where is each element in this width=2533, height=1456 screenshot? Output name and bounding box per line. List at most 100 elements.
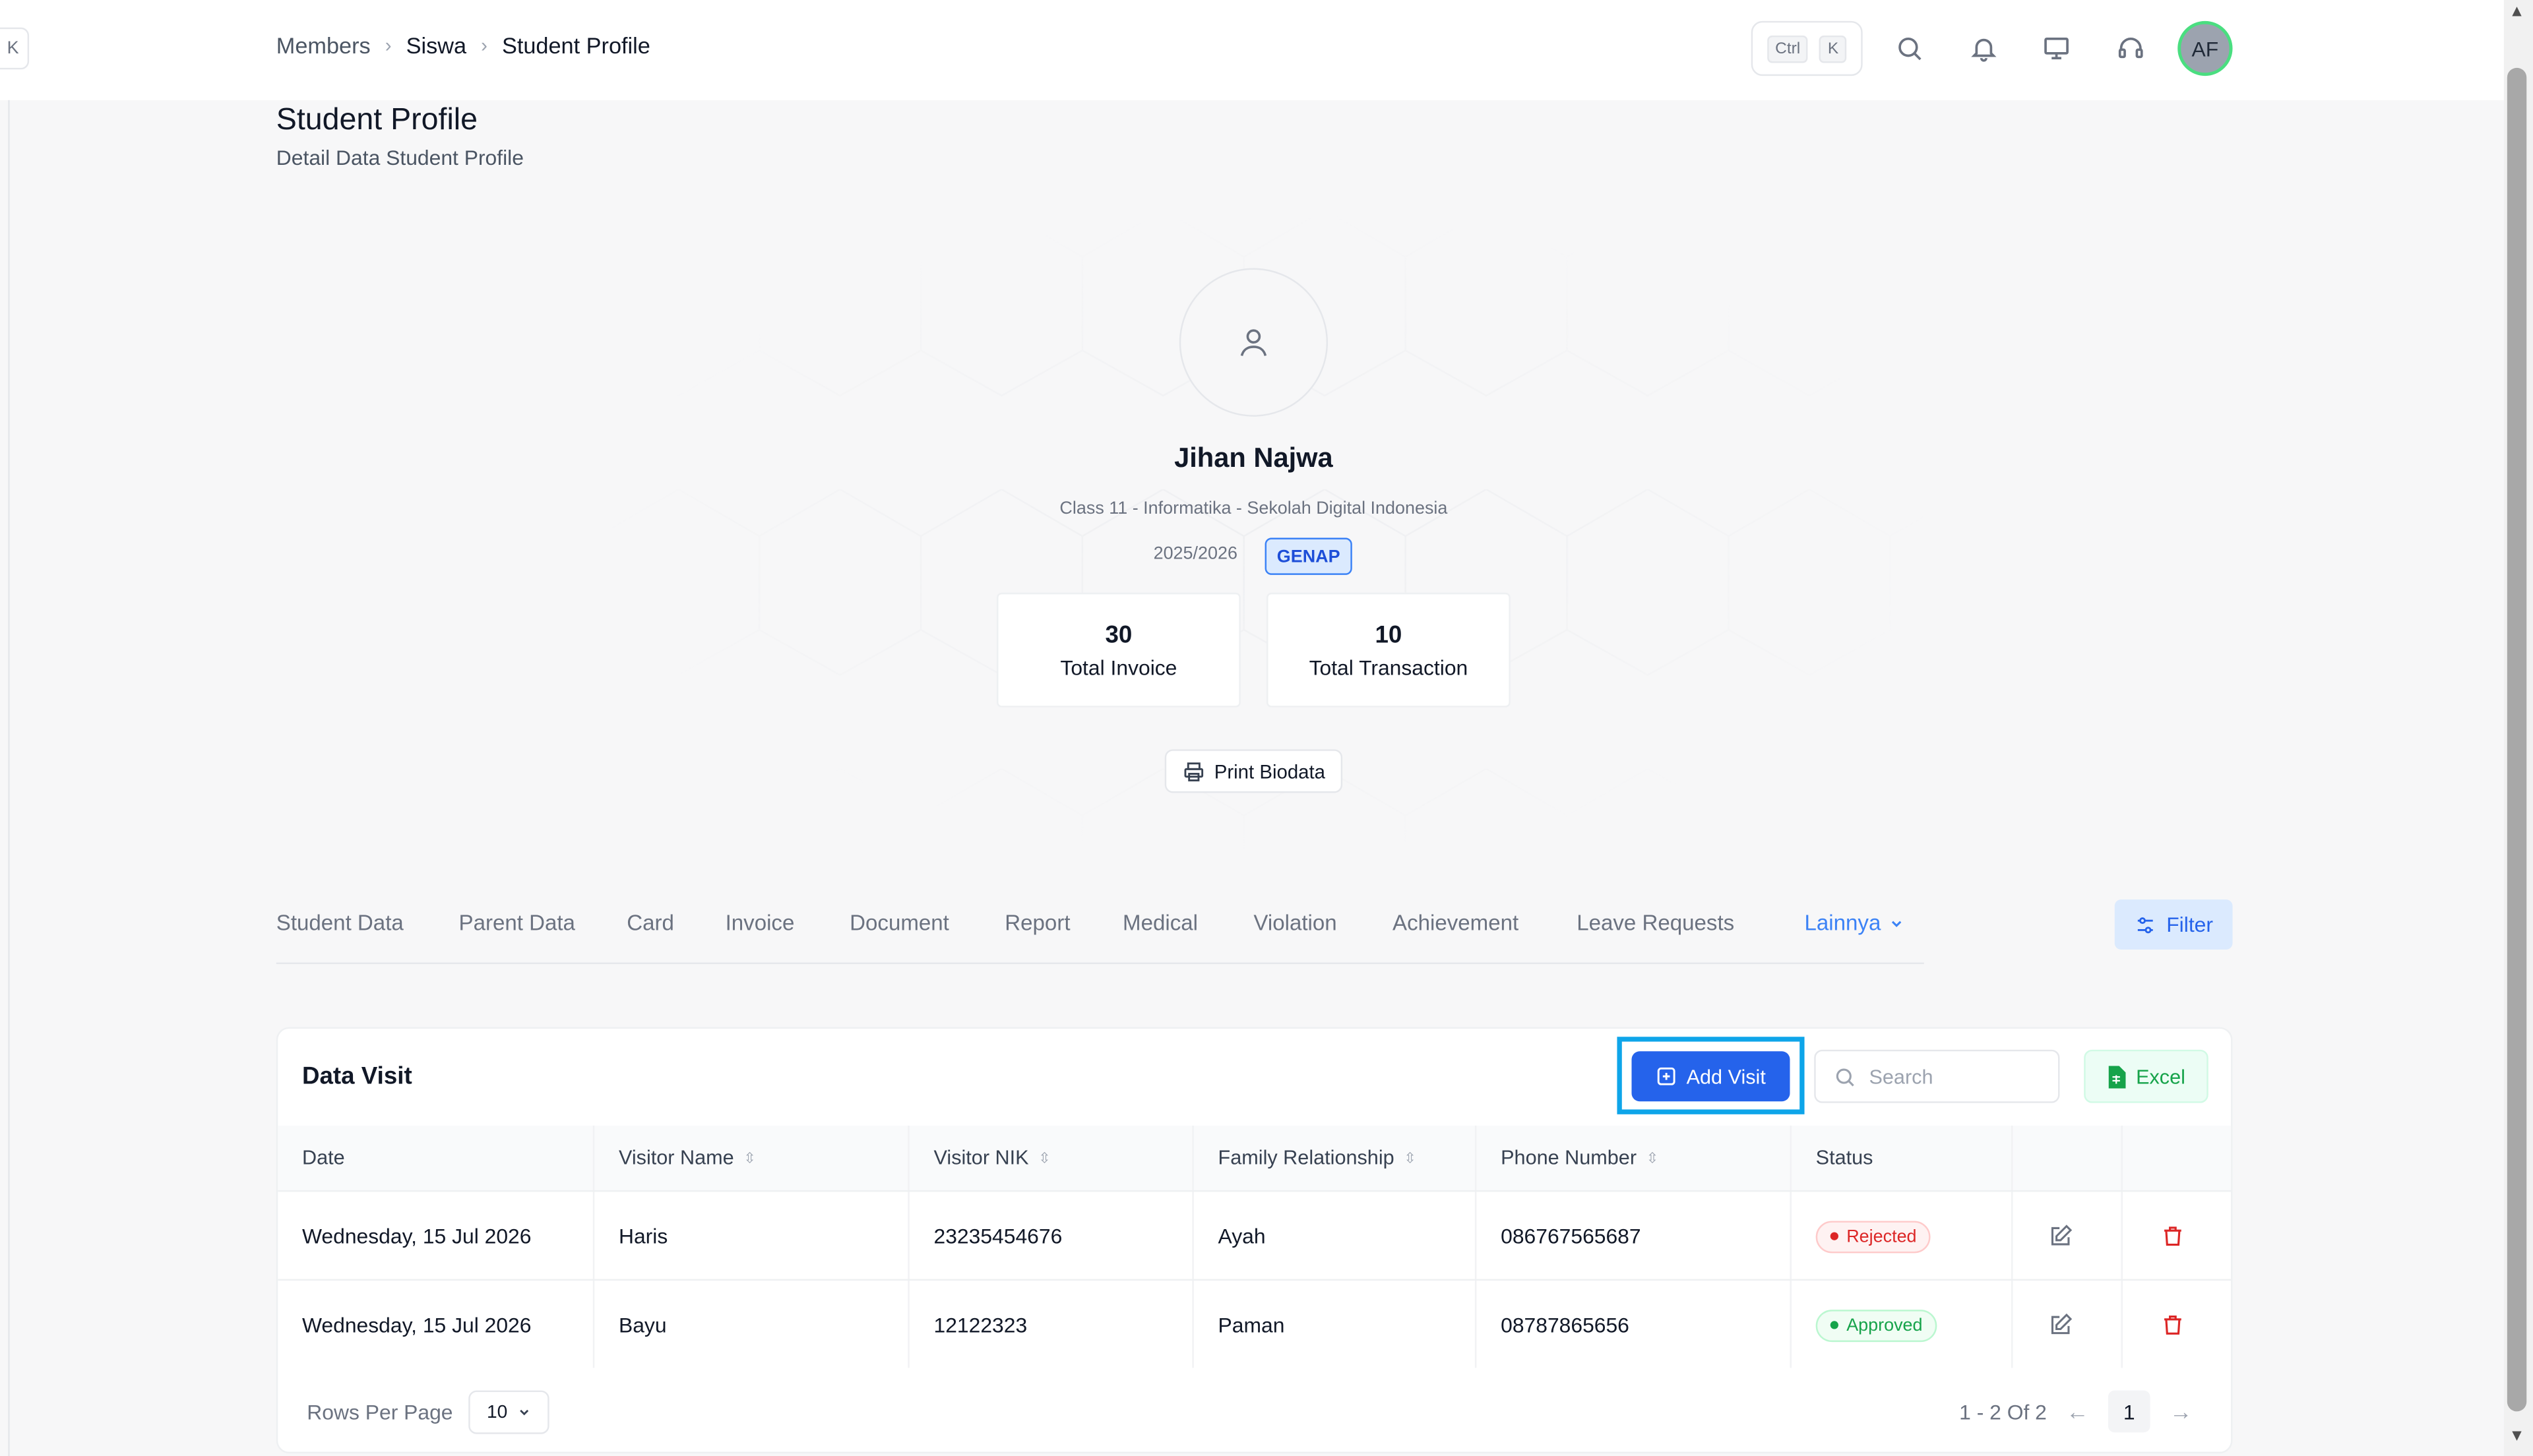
cell-status: Rejected	[1815, 1192, 1931, 1281]
delete-button[interactable]	[2162, 1281, 2184, 1370]
breadcrumb: Members › Siswa › Student Profile	[276, 32, 650, 58]
column-header-visitor-nik[interactable]: Visitor NIK ⇳	[934, 1126, 1051, 1190]
page-number-button[interactable]: 1	[2108, 1390, 2150, 1433]
top-bar: K Members › Siswa › Student Profile Ctrl…	[0, 0, 2504, 100]
ctrl-key: Ctrl	[1767, 34, 1809, 63]
headset-icon[interactable]	[2111, 29, 2150, 68]
add-visit-button[interactable]: Add Visit	[1631, 1051, 1790, 1102]
edit-button[interactable]	[2048, 1281, 2073, 1370]
column-header-family-relationship[interactable]: Family Relationship ⇳	[1218, 1126, 1416, 1190]
monitor-icon[interactable]	[2037, 29, 2076, 68]
prev-page-arrow-icon[interactable]: ←	[2066, 1399, 2088, 1424]
print-biodata-button[interactable]: Print Biodata	[1164, 749, 1343, 793]
breadcrumb-siswa[interactable]: Siswa	[406, 32, 466, 58]
cell-relationship: Paman	[1218, 1313, 1285, 1337]
breadcrumb-members[interactable]: Members	[276, 32, 371, 58]
user-initials: AF	[2191, 36, 2219, 61]
pagination-summary: 1 - 2 Of 2	[1959, 1399, 2047, 1424]
tab-parent-data[interactable]: Parent Data	[459, 911, 575, 935]
page-title: Student Profile	[276, 103, 478, 138]
filter-button[interactable]: Filter	[2114, 899, 2233, 950]
cell-visitor-nik: 12122323	[933, 1313, 1028, 1337]
scrollbar-thumb[interactable]	[2507, 67, 2527, 1412]
scroll-up-arrow-icon[interactable]: ▲	[2507, 3, 2526, 22]
cell-phone: 086767565687	[1501, 1224, 1641, 1249]
cell-visitor-name: Bayu	[618, 1313, 667, 1337]
search-icon[interactable]	[1890, 29, 1929, 68]
app-root: K Members › Siswa › Student Profile Ctrl…	[0, 0, 2533, 1456]
rows-per-page-label: Rows Per Page	[307, 1400, 453, 1425]
card-title: Data Visit	[301, 1062, 412, 1091]
data-visit-card: Data Visit Add Visit Excel Date Visitor …	[276, 1027, 2233, 1454]
tab-report[interactable]: Report	[1005, 911, 1070, 935]
tab-more-dropdown[interactable]: Lainnya	[1805, 911, 1906, 935]
search-box	[1814, 1049, 2060, 1103]
tab-card[interactable]: Card	[627, 911, 674, 935]
scroll-down-arrow-icon[interactable]: ▼	[2507, 1428, 2526, 1447]
search-input[interactable]	[1869, 1065, 2047, 1088]
tab-medical[interactable]: Medical	[1123, 911, 1198, 935]
sort-icon: ⇳	[1646, 1149, 1659, 1165]
column-header-date: Date	[301, 1146, 345, 1170]
sort-icon: ⇳	[1404, 1149, 1416, 1165]
add-visit-label: Add Visit	[1686, 1065, 1766, 1088]
print-biodata-label: Print Biodata	[1214, 760, 1326, 783]
tab-student-data[interactable]: Student Data	[276, 911, 404, 935]
excel-export-button[interactable]: Excel	[2084, 1049, 2208, 1103]
column-header-visitor-name[interactable]: Visitor Name ⇳	[619, 1126, 756, 1190]
tab-violation[interactable]: Violation	[1253, 911, 1336, 935]
bell-icon[interactable]	[1964, 29, 2003, 68]
stat-card-invoice: 30 Total Invoice	[997, 592, 1241, 708]
stat-label: Total Transaction	[1309, 655, 1468, 681]
edit-button[interactable]	[2048, 1192, 2073, 1281]
cell-phone: 08787865656	[1501, 1313, 1629, 1337]
cell-relationship: Ayah	[1218, 1224, 1266, 1249]
sort-icon: ⇳	[1038, 1149, 1051, 1165]
edit-icon	[2051, 1313, 2073, 1335]
stat-value: 30	[1105, 621, 1133, 650]
rows-per-page-select[interactable]: 10	[469, 1390, 550, 1434]
sort-icon: ⇳	[743, 1149, 756, 1165]
user-avatar[interactable]: AF	[2177, 20, 2233, 76]
profile-avatar	[1179, 268, 1329, 417]
stat-label: Total Invoice	[1060, 655, 1177, 681]
table-row: Wednesday, 15 Jul 2026 Haris 23235454676…	[278, 1190, 2232, 1279]
next-page-arrow-icon[interactable]: →	[2170, 1399, 2192, 1424]
trash-icon	[2164, 1227, 2181, 1246]
tab-leave-requests[interactable]: Leave Requests	[1577, 911, 1734, 935]
status-badge: Rejected	[1815, 1220, 1931, 1253]
chevron-down-icon	[520, 1409, 529, 1416]
student-name: Jihan Najwa	[1174, 442, 1333, 473]
column-header-phone-number[interactable]: Phone Number ⇳	[1501, 1126, 1658, 1190]
filter-label: Filter	[2166, 912, 2213, 937]
delete-button[interactable]	[2162, 1192, 2184, 1281]
cell-date: Wednesday, 15 Jul 2026	[301, 1313, 532, 1337]
table-row: Wednesday, 15 Jul 2026 Bayu 12122323 Pam…	[278, 1279, 2232, 1368]
table-header: Date Visitor Name ⇳ Visitor NIK ⇳ Family R…	[278, 1125, 2232, 1190]
student-class-info: Class 11 - Informatika - Sekolah Digital…	[1059, 499, 1448, 519]
stat-card-transaction: 10 Total Transaction	[1266, 592, 1511, 708]
command-palette-shortcut[interactable]: Ctrl K	[1751, 20, 1863, 76]
plus-square-icon	[1657, 1067, 1675, 1085]
cell-date: Wednesday, 15 Jul 2026	[301, 1224, 532, 1249]
excel-label: Excel	[2136, 1065, 2185, 1088]
tab-achievement[interactable]: Achievement	[1392, 911, 1518, 935]
cell-status: Approved	[1815, 1281, 1937, 1370]
tab-invoice[interactable]: Invoice	[726, 911, 795, 935]
chevron-right-icon: ›	[385, 34, 392, 57]
tab-document[interactable]: Document	[850, 911, 949, 935]
collapse-sidebar-button[interactable]: K	[0, 27, 30, 70]
search-icon	[1836, 1068, 1854, 1086]
printer-icon	[1183, 762, 1203, 781]
user-icon	[1240, 329, 1267, 356]
cell-visitor-nik: 23235454676	[933, 1224, 1063, 1249]
tab-more-label: Lainnya	[1804, 911, 1881, 935]
column-header-status: Status	[1815, 1146, 1873, 1170]
pagination: 1 - 2 Of 2 ← 1 →	[1959, 1390, 2192, 1433]
chevron-right-icon: ›	[481, 34, 487, 57]
chevron-down-icon	[1892, 920, 1902, 926]
stat-value: 10	[1375, 621, 1402, 650]
trash-icon	[2164, 1315, 2181, 1335]
page-subtitle: Detail Data Student Profile	[276, 145, 524, 170]
sliders-icon	[2137, 916, 2153, 933]
